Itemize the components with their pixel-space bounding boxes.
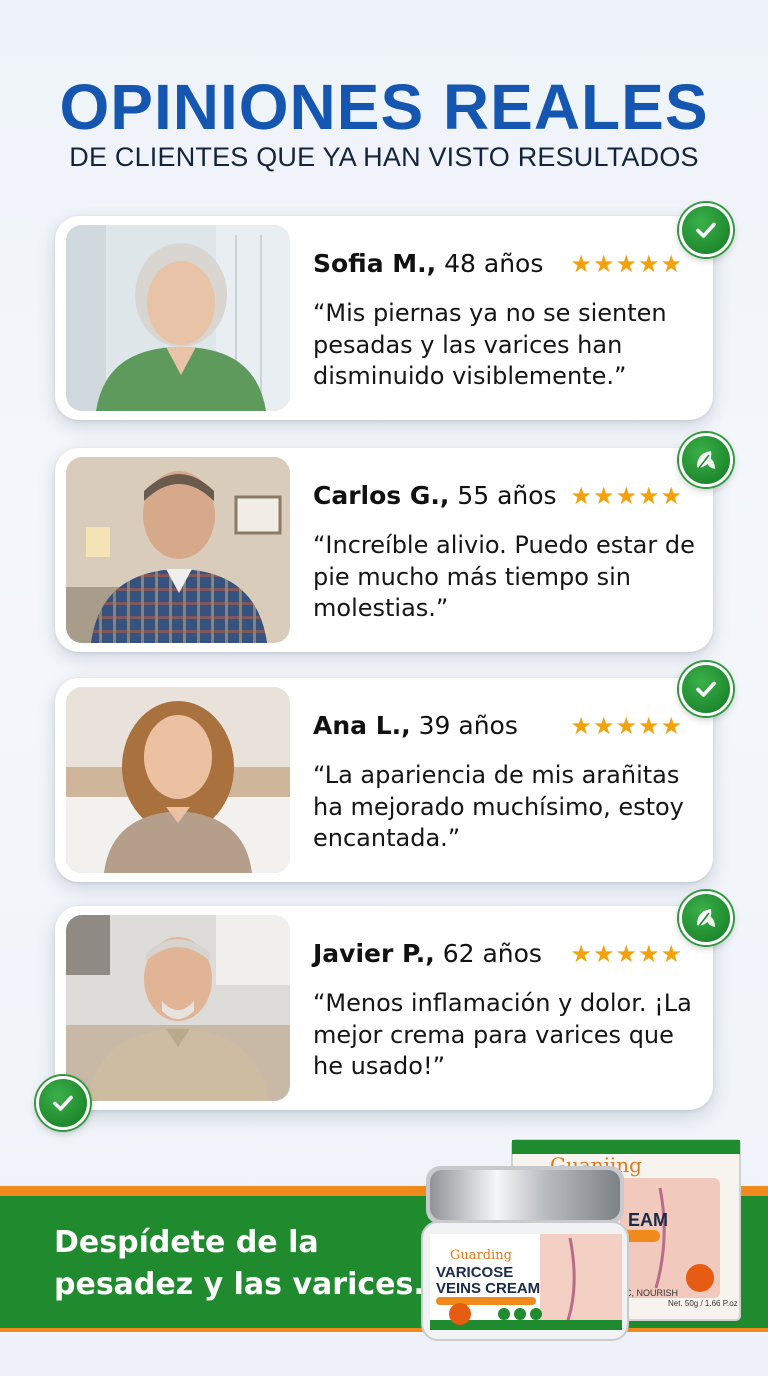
page-subtitle: DE CLIENTES QUE YA HAN VISTO RESULTADOS xyxy=(69,142,699,172)
customer-photo xyxy=(66,915,290,1101)
star-rating: ★★★★★ xyxy=(570,250,683,278)
leaf-icon xyxy=(679,891,733,945)
customer-age: 62 años xyxy=(442,939,542,968)
product-image: Guanjing EAM C, NOURISH Net. 50g / 1.66 … xyxy=(420,1138,750,1348)
check-icon xyxy=(679,203,733,257)
jar-brand: Guarding xyxy=(450,1248,512,1263)
footer-tagline: Despídete de la pesadez y las varices. xyxy=(54,1222,434,1306)
testimonial-quote: “La apariencia de mis arañitas ha mejora… xyxy=(313,761,684,852)
check-icon xyxy=(36,1076,90,1130)
leaf-icon xyxy=(679,433,733,487)
customer-name: Carlos G., xyxy=(313,481,450,510)
customer-photo xyxy=(66,225,290,411)
box-name-fragment: EAM xyxy=(628,1210,668,1230)
jar-name-line2: VEINS CREAM xyxy=(436,1280,540,1297)
star-rating: ★★★★★ xyxy=(570,940,683,968)
box-side-text: C, NOURISH xyxy=(625,1288,678,1298)
footer-tagline-line1: Despídete de la xyxy=(54,1225,319,1260)
testimonial-quote: “Mis piernas ya no se sienten pesadas y … xyxy=(313,299,667,390)
box-net-weight: Net. 50g / 1.66 P.oz xyxy=(668,1299,738,1308)
customer-age: 39 años xyxy=(418,711,518,740)
testimonial-card: Sofia M., 48 años ★★★★★ “Mis piernas ya … xyxy=(55,216,713,420)
testimonial-quote: “Increíble alivio. Puedo estar de pie mu… xyxy=(313,531,695,622)
footer-tagline-line2: pesadez y las varices. xyxy=(54,1267,425,1302)
customer-name: Ana L., xyxy=(313,711,411,740)
testimonial-card: Carlos G., 55 años ★★★★★ “Increíble aliv… xyxy=(55,448,713,652)
product-jar: Guarding VARICOSE VEINS CREAM xyxy=(421,1166,629,1341)
customer-photo xyxy=(66,687,290,873)
jar-name-line1: VARICOSE xyxy=(436,1264,513,1281)
testimonial-quote: “Menos inflamación y dolor. ¡La mejor cr… xyxy=(313,989,692,1080)
customer-name: Javier P., xyxy=(313,939,435,968)
star-rating: ★★★★★ xyxy=(570,712,683,740)
customer-age: 48 años xyxy=(444,249,544,278)
customer-age: 55 años xyxy=(457,481,557,510)
customer-photo xyxy=(66,457,290,643)
testimonial-card: Ana L., 39 años ★★★★★ “La apariencia de … xyxy=(55,678,713,882)
customer-name: Sofia M., xyxy=(313,249,437,278)
check-icon xyxy=(679,662,733,716)
page-title: OPINIONES REALES xyxy=(59,71,709,143)
star-rating: ★★★★★ xyxy=(570,482,683,510)
testimonial-card: Javier P., 62 años ★★★★★ “Menos inflamac… xyxy=(55,906,713,1110)
